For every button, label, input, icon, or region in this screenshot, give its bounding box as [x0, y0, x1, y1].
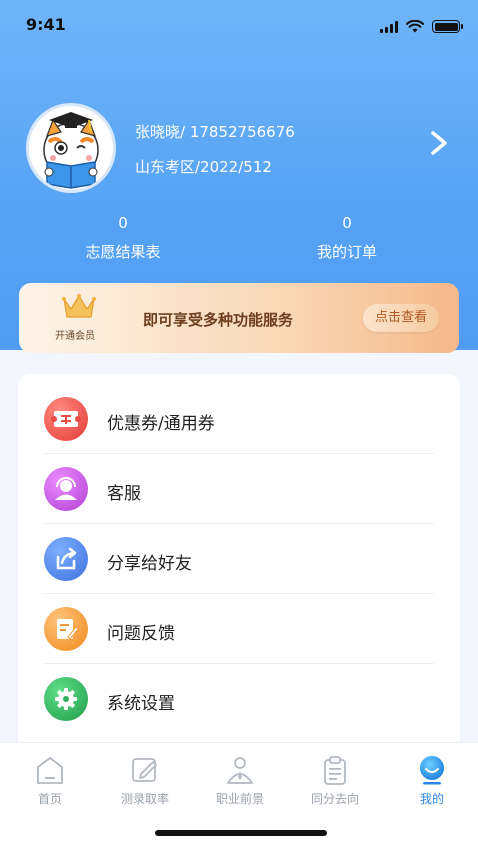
share-icon	[44, 537, 88, 581]
chevron-right-icon[interactable]	[424, 128, 454, 158]
career-icon	[227, 757, 253, 784]
settings-icon	[44, 677, 88, 721]
home-indicator	[155, 830, 327, 836]
vip-description: 即可享受多种功能服务	[143, 311, 294, 329]
stat-label: 志愿结果表	[85, 243, 161, 261]
vip-label: 开通会员	[55, 331, 95, 342]
menu-item-label: 客服	[107, 484, 141, 504]
status-time: 9:41	[26, 15, 66, 34]
avatar[interactable]	[26, 103, 116, 193]
menu-item-coupons[interactable]: 优惠券/通用券	[44, 384, 434, 454]
coupon-icon	[44, 397, 88, 441]
tab-same-score[interactable]: 同分去向	[287, 753, 383, 807]
tab-admission-rate[interactable]: 测录取率	[97, 753, 193, 807]
stat-count: 0	[118, 214, 128, 232]
user-name-phone: 张晓晓/ 17852756676	[135, 123, 295, 141]
tab-label: 首页	[37, 792, 62, 806]
stat-my-orders[interactable]: 0 我的订单	[272, 214, 422, 262]
tab-home[interactable]: 首页	[2, 753, 98, 807]
menu-item-settings[interactable]: 系统设置	[44, 664, 434, 734]
vip-view-button[interactable]: 点击查看	[363, 304, 439, 332]
wifi-icon	[406, 20, 424, 33]
tab-label: 测录取率	[120, 792, 169, 806]
stat-volunteer-results[interactable]: 0 志愿结果表	[48, 214, 198, 262]
menu-item-feedback[interactable]: 问题反馈	[44, 594, 434, 664]
vip-banner[interactable]: 开通会员 即可享受多种功能服务 点击查看	[19, 283, 459, 353]
stat-count: 0	[342, 214, 352, 232]
tab-label: 我的	[419, 792, 444, 806]
stat-label: 我的订单	[316, 243, 377, 261]
clipboard-icon	[324, 756, 346, 785]
menu-item-customer-service[interactable]: 客服	[44, 454, 434, 524]
home-icon	[37, 757, 63, 784]
profile-icon	[420, 756, 444, 785]
tab-label: 同分去向	[310, 792, 359, 806]
customer-service-icon	[44, 467, 88, 511]
status-bar: 9:41	[0, 0, 478, 48]
menu-item-label: 优惠券/通用券	[107, 414, 215, 434]
tab-career-prospects[interactable]: 职业前景	[192, 753, 288, 807]
menu-item-share[interactable]: 分享给好友	[44, 524, 434, 594]
user-region-info: 山东考区/2022/512	[135, 158, 272, 176]
menu-item-label: 系统设置	[107, 694, 175, 714]
edit-icon	[132, 758, 157, 782]
menu-item-label: 分享给好友	[107, 554, 192, 574]
crown-icon	[62, 294, 96, 318]
tab-profile[interactable]: 我的	[384, 753, 478, 807]
menu-card: 优惠券/通用券 客服 分享给好友 问题反馈 系统设置	[18, 374, 460, 754]
cellular-signal-icon	[380, 20, 398, 33]
battery-icon	[432, 20, 463, 33]
tab-label: 职业前景	[215, 792, 264, 806]
menu-item-label: 问题反馈	[107, 624, 175, 644]
feedback-icon	[44, 607, 88, 651]
